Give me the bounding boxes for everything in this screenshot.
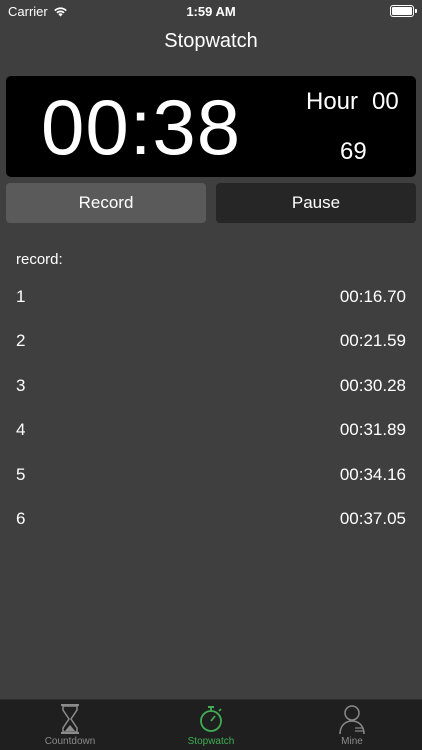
record-index: 4	[16, 420, 26, 439]
page-title: Stopwatch	[164, 30, 258, 52]
list-item: 4 00:31.89	[0, 407, 422, 451]
record-index: 2	[16, 331, 26, 350]
record-index: 5	[16, 465, 26, 484]
person-icon	[339, 705, 365, 735]
record-index: 3	[16, 376, 26, 395]
timer-display: 00:38 Hour 00 69	[6, 76, 416, 177]
stopwatch-icon	[200, 706, 222, 732]
record-button[interactable]: Record	[6, 183, 206, 223]
record-time: 00:21.59	[339, 331, 406, 350]
tab-stopwatch[interactable]: Stopwatch	[141, 700, 281, 750]
record-heading: record:	[16, 251, 63, 268]
hour-value: 00	[372, 88, 399, 115]
list-item: 1 00:16.70	[0, 274, 422, 318]
record-index: 6	[16, 509, 26, 528]
battery-icon	[390, 5, 417, 17]
record-time: 00:30.28	[339, 376, 406, 395]
record-time: 00:31.89	[339, 420, 406, 439]
status-bar: Carrier 1:59 AM	[0, 0, 422, 24]
list-item: 3 00:30.28	[0, 363, 422, 407]
status-time: 1:59 AM	[186, 4, 236, 19]
tab-countdown[interactable]: Countdown	[0, 700, 140, 750]
list-item: 5 00:34.16	[0, 452, 422, 496]
tab-stopwatch-label: Stopwatch	[187, 736, 235, 747]
tab-mine-label: Mine	[341, 736, 363, 747]
timer-minutes-seconds: 00:38	[41, 83, 242, 171]
record-index: 1	[16, 287, 26, 306]
hourglass-icon	[61, 704, 79, 734]
record-time: 00:16.70	[339, 287, 406, 306]
hour-label: Hour	[306, 88, 359, 115]
tab-bar: Countdown Stopwatch Mine	[0, 699, 422, 750]
tab-countdown-label: Countdown	[44, 736, 96, 747]
pause-button[interactable]: Pause	[216, 183, 416, 223]
list-item: 2 00:21.59	[0, 318, 422, 362]
list-item: 6 00:37.05	[0, 496, 422, 540]
record-time: 00:34.16	[339, 465, 406, 484]
tab-mine[interactable]: Mine	[282, 700, 422, 750]
record-time: 00:37.05	[339, 509, 406, 528]
centiseconds-value: 69	[340, 138, 367, 165]
